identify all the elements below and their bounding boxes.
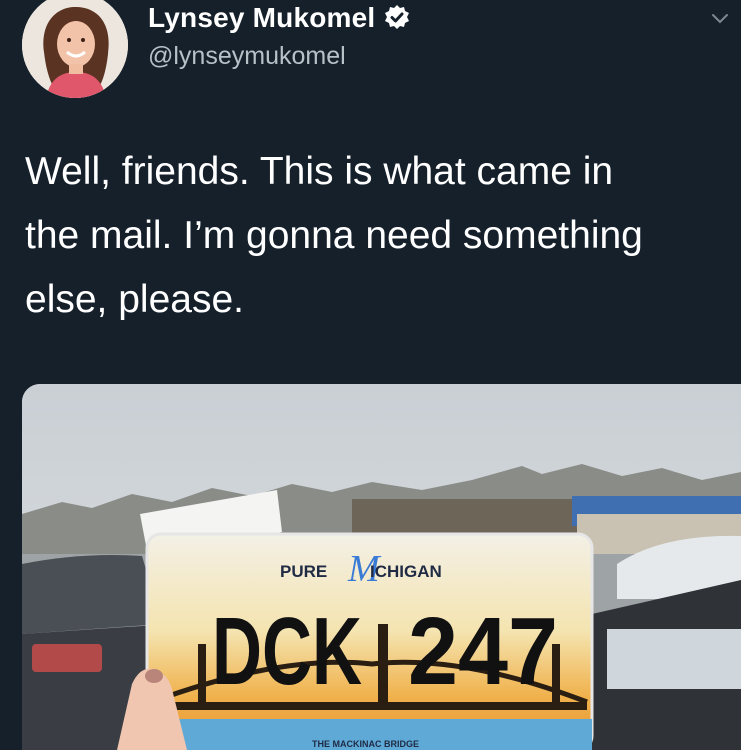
tweet-author: Lynsey Mukomel @lynseymukomel [148,2,411,71]
author-handle[interactable]: @lynseymukomel [148,42,411,71]
plate-footer: THE MACKINAC BRIDGE [312,739,419,749]
plate-number-left: DCK [212,598,362,705]
tweet-text: Well, friends. This is what came in the … [25,140,725,332]
tweet-media-photo[interactable]: PURE M ICHIGAN DCK 247 THE MACKINAC BRID… [22,384,741,750]
plate-number-right: 247 [408,598,558,705]
display-name[interactable]: Lynsey Mukomel [148,2,375,34]
tweet-text-line: the mail. I’m gonna need something [25,214,643,257]
verified-badge-icon [383,4,411,32]
chevron-down-icon[interactable] [709,8,731,30]
name-row: Lynsey Mukomel [148,2,411,34]
tweet-text-line: else, please. [25,278,244,321]
avatar[interactable] [22,0,128,98]
tweet: Lynsey Mukomel @lynseymukomel Well, frie… [0,0,741,750]
plate-brand-left: PURE [280,562,327,581]
tweet-text-line: Well, friends. This is what came in [25,150,614,193]
plate-brand-right: ICHIGAN [370,562,442,581]
